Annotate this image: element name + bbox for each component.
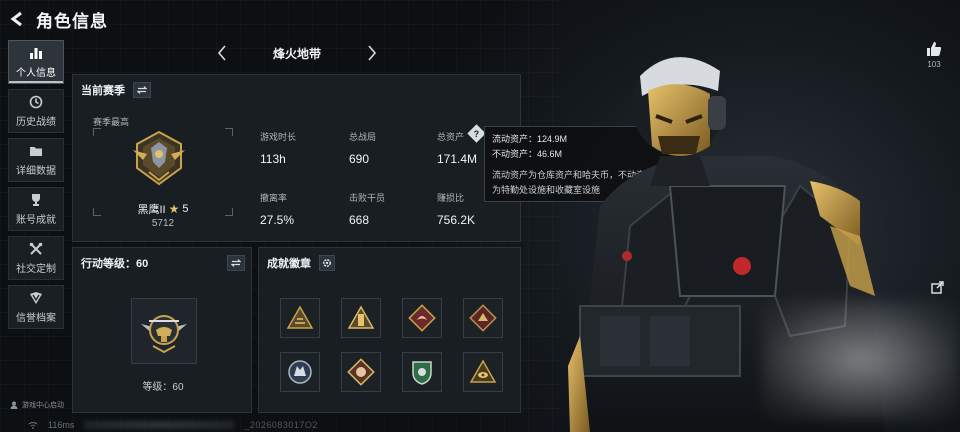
- chevron-left-icon: [217, 45, 226, 61]
- like-count: 103: [927, 60, 941, 69]
- badge-grid: [280, 298, 503, 392]
- header: 角色信息: [8, 6, 108, 32]
- stat-operators-killed: 击败干员 668: [349, 191, 385, 227]
- sidebar-item-detailed-data[interactable]: 详细数据: [8, 138, 64, 182]
- swap-icon: [231, 259, 241, 267]
- season-switch-button[interactable]: [133, 82, 151, 98]
- rank-emblem-icon: [133, 130, 185, 186]
- rank-score: 5712: [151, 218, 175, 229]
- prev-map-button[interactable]: [212, 41, 232, 65]
- stat-label: 撤离率: [260, 193, 288, 203]
- wifi-icon: [28, 422, 38, 429]
- swap-icon: [137, 86, 147, 94]
- stat-value: 27.5%: [260, 213, 295, 227]
- badge-wolf-icon: [288, 360, 312, 384]
- sidebar-item-history[interactable]: 历史战绩: [8, 89, 64, 133]
- badge-pyramid-icon: [286, 305, 314, 329]
- badge[interactable]: [402, 352, 442, 392]
- operation-level-title: 行动等级：60: [81, 258, 149, 270]
- tools-icon: [29, 242, 43, 255]
- next-map-button[interactable]: [362, 41, 382, 65]
- stat-label: 总战局: [349, 132, 377, 142]
- operation-level-panel: 行动等级：60 等级：60: [72, 247, 252, 413]
- folder-icon: [30, 146, 42, 156]
- blurred-username: [84, 421, 235, 429]
- stat-extraction-rate: 撤离率 27.5%: [260, 191, 294, 227]
- stat-value: 668: [349, 213, 370, 227]
- map-name: 烽火地带: [272, 46, 321, 61]
- stat-label: 击败干员: [349, 193, 386, 203]
- sidebar-item-social-custom[interactable]: 社交定制: [8, 236, 64, 280]
- history-icon: [29, 95, 43, 108]
- map-selector: 烽火地带: [212, 40, 382, 66]
- helicopter-emblem-icon: [141, 315, 187, 354]
- badge-dragon-red-icon: [469, 304, 497, 332]
- share-button[interactable]: [928, 278, 948, 296]
- badge-tower-icon: [347, 305, 375, 329]
- watermark-overlay: [762, 300, 960, 420]
- rank-name: 黑鹰II: [137, 204, 166, 216]
- stat-value: 171.4M: [437, 152, 478, 166]
- badge-beast-red-icon: [408, 304, 436, 332]
- back-arrow-icon[interactable]: [8, 10, 26, 28]
- rank-card[interactable]: 黑鹰II ★ 5 5712: [93, 128, 233, 229]
- level-emblem[interactable]: [131, 298, 197, 364]
- stat-play-time: 游戏时长 113h: [260, 130, 296, 166]
- badge[interactable]: [463, 298, 503, 338]
- stat-value: 113h: [260, 152, 286, 166]
- trophy-icon: [32, 193, 40, 206]
- badge[interactable]: [463, 352, 503, 392]
- page-title: 角色信息: [36, 11, 108, 31]
- sidebar-item-label: 详细数据: [16, 165, 56, 177]
- season-panel: 当前赛季 赛季最高 黑鹰II ★ 5 5712 游戏时长 113h 总战局 69…: [72, 74, 521, 242]
- stat-label: 游戏时长: [260, 132, 297, 142]
- sidebar-item-achievements[interactable]: 账号成就: [8, 187, 64, 231]
- achievements-title: 成就徽章: [267, 258, 311, 270]
- badge[interactable]: [341, 298, 381, 338]
- season-title: 当前赛季: [81, 85, 125, 97]
- sidebar-item-label: 账号成就: [16, 214, 56, 226]
- badge-tiger-icon: [347, 358, 375, 386]
- star-icon: ★: [168, 202, 180, 216]
- stat-value: 756.2K: [437, 213, 476, 227]
- likes: 103: [920, 40, 948, 69]
- badge-settings-button[interactable]: [319, 255, 335, 271]
- game-center-login: 游戏中心启动: [10, 398, 64, 412]
- level-label: 等级：60: [142, 382, 184, 393]
- rank-stars: 5: [182, 203, 189, 215]
- season-best-label: 赛季最高: [93, 117, 130, 127]
- user-id: _2026083017O2: [244, 420, 318, 430]
- share-icon: [931, 281, 944, 294]
- thumbs-up-icon[interactable]: [925, 40, 943, 58]
- sidebar-item-label: 社交定制: [16, 263, 56, 275]
- sidebar-item-label: 信誉档案: [16, 312, 56, 324]
- credit-icon: [30, 291, 42, 304]
- badge[interactable]: [341, 352, 381, 392]
- sidebar-item-label: 历史战绩: [16, 116, 56, 128]
- rank-name-row: 黑鹰II ★ 5: [93, 201, 233, 217]
- sidebar-item-personal-info[interactable]: 个人信息: [8, 40, 64, 84]
- badge-shield-green-icon: [412, 361, 432, 385]
- badge[interactable]: [402, 298, 442, 338]
- stat-total-matches: 总战局 690: [349, 130, 376, 166]
- achievement-badges-panel: 成就徽章: [258, 247, 521, 413]
- badge[interactable]: [280, 352, 320, 392]
- ping-value: 116ms: [48, 420, 75, 430]
- game-center-label: 游戏中心启动: [22, 402, 64, 409]
- chevron-right-icon: [368, 45, 377, 61]
- stat-label: 赚损比: [437, 193, 465, 203]
- stat-value: 690: [349, 152, 370, 166]
- bar-chart-icon: [30, 47, 42, 59]
- badge-eye-pyramid-icon: [469, 359, 497, 383]
- stat-profit-loss-ratio: 赚损比 756.2K: [437, 191, 475, 227]
- sidebar-item-label: 个人信息: [16, 67, 56, 79]
- user-icon: [10, 401, 18, 409]
- sidebar: 个人信息 历史战绩 详细数据 账号成就 社交定制 信誉档案: [8, 40, 64, 334]
- gear-icon: [322, 258, 332, 268]
- status-bar: 116ms _2026083017O2: [28, 420, 318, 430]
- level-switch-button[interactable]: [227, 255, 245, 271]
- sidebar-item-credit-file[interactable]: 信誉档案: [8, 285, 64, 329]
- badge[interactable]: [280, 298, 320, 338]
